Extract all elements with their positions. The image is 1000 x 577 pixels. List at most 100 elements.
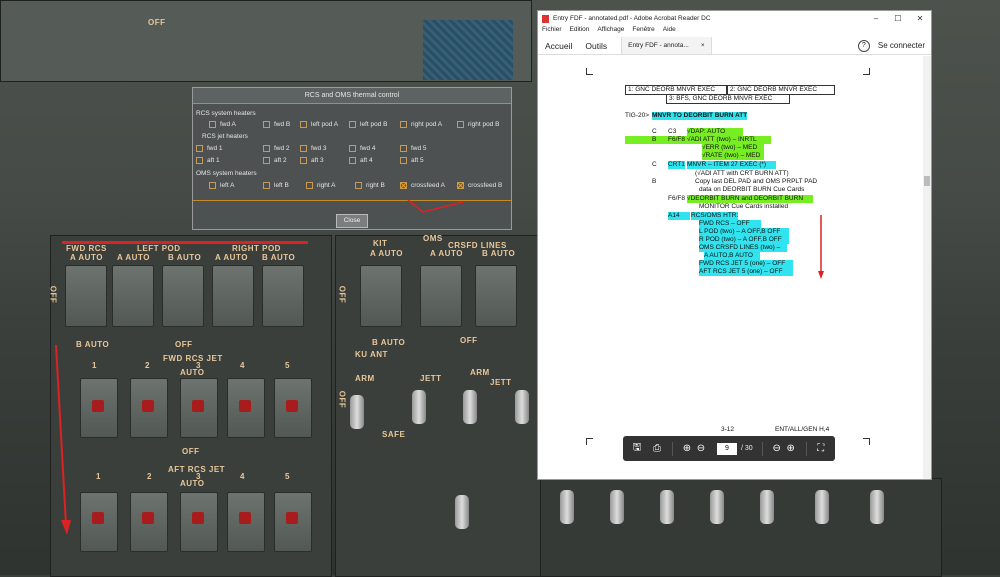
checkbox-box[interactable] <box>263 182 270 189</box>
toggle-ku-ant-4[interactable] <box>515 390 529 424</box>
page-number-input[interactable] <box>717 442 737 455</box>
switch-guard-oms-a[interactable] <box>420 265 462 327</box>
minimize-icon[interactable]: – <box>865 14 887 23</box>
close-icon[interactable]: ✕ <box>909 14 931 23</box>
help-icon[interactable]: ? <box>857 39 870 52</box>
pdf-icon <box>542 14 549 23</box>
save-icon[interactable]: 🖫 <box>631 442 643 455</box>
checkbox-crossfeed-b[interactable]: crossfeed B <box>457 182 502 189</box>
label-oms: OMS <box>423 234 443 243</box>
checkbox-right-b[interactable]: right B <box>355 182 385 189</box>
annotation-arrow-pdf <box>818 215 824 279</box>
checkbox-aft-4[interactable]: aft 4 <box>349 157 373 164</box>
close-button[interactable]: Close <box>336 214 368 228</box>
checkbox-box-checked[interactable] <box>400 182 407 189</box>
checkbox-aft-3[interactable]: aft 3 <box>300 157 324 164</box>
menu-fichier[interactable]: Fichier <box>542 26 562 37</box>
checkbox-box-checked[interactable] <box>457 182 464 189</box>
print-icon[interactable]: ⎙ <box>651 443 663 455</box>
label-arm: ARM <box>355 374 375 383</box>
sign-in-button[interactable]: Se connecter <box>878 41 925 50</box>
checkbox-fwd-4[interactable]: fwd 4 <box>349 145 376 152</box>
toggle-lower-5[interactable] <box>710 490 724 524</box>
toggle-lower-8[interactable] <box>870 490 884 524</box>
crop-mark <box>586 68 593 75</box>
checkbox-aft-2[interactable]: aft 2 <box>263 157 287 164</box>
checkbox-box[interactable] <box>306 182 313 189</box>
checkbox-box[interactable] <box>400 145 407 152</box>
switch-guard-oms-b[interactable] <box>475 265 517 327</box>
toggle-ku-ant-1[interactable] <box>350 395 364 429</box>
checkbox-box[interactable] <box>349 121 356 128</box>
panel-texture-blue <box>423 20 513 80</box>
switch-guard-kit[interactable] <box>360 265 402 327</box>
checkbox-aft-1[interactable]: aft 1 <box>196 157 220 164</box>
toggle-lower-7[interactable] <box>815 490 829 524</box>
checkbox-fwd-a[interactable]: fwd A <box>209 121 236 128</box>
checkbox-box[interactable] <box>349 157 356 164</box>
zoom-in-icon[interactable]: ⊕ <box>785 443 797 455</box>
checkbox-box[interactable] <box>263 121 270 128</box>
checkbox-box[interactable] <box>196 145 203 152</box>
checkbox-aft-5[interactable]: aft 5 <box>400 157 424 164</box>
toggle-ku-ant-2[interactable] <box>412 390 426 424</box>
switch-guard-right-pod-a[interactable] <box>212 265 254 327</box>
toggle-lower-3[interactable] <box>610 490 624 524</box>
page-up-icon[interactable]: ⊕ <box>681 443 693 455</box>
home-tab[interactable]: Accueil <box>545 41 572 51</box>
menu-edition[interactable]: Edition <box>570 26 590 37</box>
scrollbar-thumb[interactable] <box>924 176 930 186</box>
tools-tab[interactable]: Outils <box>585 41 607 51</box>
switch-guard-left-pod-b[interactable] <box>162 265 204 327</box>
switch-guard-fwd-rcs[interactable] <box>65 265 107 327</box>
toggle-lower-6[interactable] <box>760 490 774 524</box>
checkbox-box[interactable] <box>209 121 216 128</box>
menu-aide[interactable]: Aide <box>663 26 676 37</box>
checkbox-left-pod-b[interactable]: left pod B <box>349 121 387 128</box>
checkbox-left-pod-a[interactable]: left pod A <box>300 121 338 128</box>
checkbox-box[interactable] <box>263 145 270 152</box>
zoom-out-icon[interactable]: ⊖ <box>771 443 783 455</box>
switch-guard-left-pod-a[interactable] <box>112 265 154 327</box>
checkbox-fwd-2[interactable]: fwd 2 <box>263 145 290 152</box>
maximize-icon[interactable]: ☐ <box>887 14 909 23</box>
checkbox-left-a[interactable]: left A <box>209 182 234 189</box>
checkbox-box[interactable] <box>355 182 362 189</box>
checkbox-fwd-b[interactable]: fwd B <box>263 121 290 128</box>
checkbox-box[interactable] <box>457 121 464 128</box>
checkbox-box[interactable] <box>196 157 203 164</box>
checkbox-right-pod-a[interactable]: right pod A <box>400 121 442 128</box>
checkbox-box[interactable] <box>300 145 307 152</box>
tab-close-icon[interactable]: × <box>701 42 705 49</box>
oms-system-heaters-label: OMS system heaters <box>196 170 257 177</box>
switch-guard-right-pod-b[interactable] <box>262 265 304 327</box>
vertical-scrollbar[interactable] <box>923 56 931 479</box>
checkbox-right-a[interactable]: right A <box>306 182 335 189</box>
checkbox-fwd-3[interactable]: fwd 3 <box>300 145 327 152</box>
checkbox-box[interactable] <box>300 121 307 128</box>
deorbit-burn: √DEORBIT BURN and DEORBIT BURN <box>687 195 813 203</box>
menu-fenetre[interactable]: Fenêtre <box>632 26 654 37</box>
checkbox-box[interactable] <box>263 157 270 164</box>
label-b-auto-mid: B AUTO <box>372 338 406 347</box>
toggle-lower-2[interactable] <box>560 490 574 524</box>
checkbox-box[interactable] <box>400 157 407 164</box>
fit-page-icon[interactable]: ⛶ <box>815 443 827 455</box>
annotation-arrow-left <box>55 344 71 535</box>
checkbox-box[interactable] <box>300 157 307 164</box>
toggle-lower-4[interactable] <box>660 490 674 524</box>
checkbox-crossfeed-a[interactable]: crossfeed A <box>400 182 445 189</box>
document-tab[interactable]: Entry FDF - annota... × <box>621 37 712 54</box>
page-down-icon[interactable]: ⊖ <box>695 443 707 455</box>
checkbox-fwd-1[interactable]: fwd 1 <box>196 145 223 152</box>
checkbox-fwd-5[interactable]: fwd 5 <box>400 145 427 152</box>
toggle-ku-ant-3[interactable] <box>463 390 477 424</box>
checkbox-left-b[interactable]: left B <box>263 182 289 189</box>
toggle-lower-1[interactable] <box>455 495 469 529</box>
checkbox-box[interactable] <box>209 182 216 189</box>
menu-affichage[interactable]: Affichage <box>597 26 624 37</box>
checkbox-box[interactable] <box>400 121 407 128</box>
checkbox-box[interactable] <box>349 145 356 152</box>
checkbox-right-pod-b[interactable]: right pod B <box>457 121 499 128</box>
page-navigation-toolbar: 🖫 ⎙ ⊕ ⊖ / 30 ⊖ ⊕ ⛶ <box>623 436 835 461</box>
